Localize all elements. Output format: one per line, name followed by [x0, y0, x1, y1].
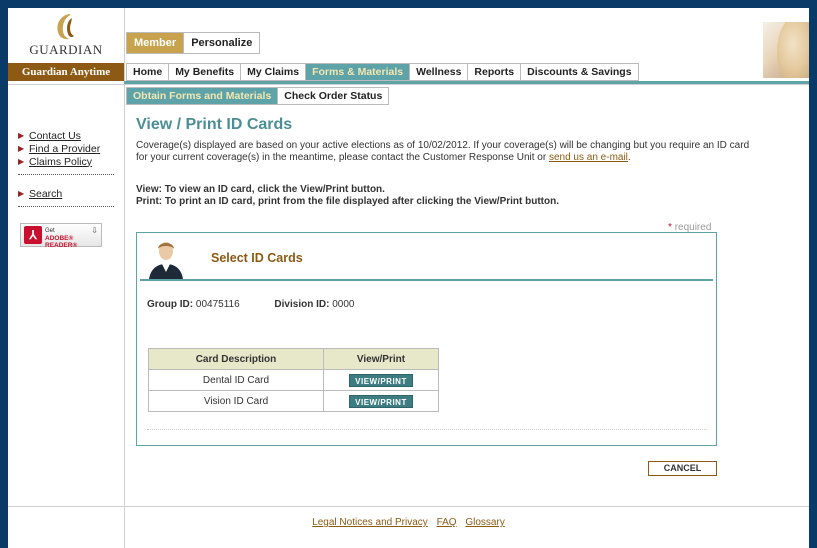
left-column-divider — [124, 8, 125, 548]
glossary-link[interactable]: Glossary — [465, 517, 504, 528]
guardian-logo-mark-icon — [57, 14, 74, 40]
legal-notices-link[interactable]: Legal Notices and Privacy — [312, 517, 428, 528]
adobe-pdf-icon: ⅄ — [24, 226, 42, 244]
faq-link[interactable]: FAQ — [437, 517, 457, 528]
col-view-print: View/Print — [323, 348, 439, 370]
customer-service-person-icon — [149, 242, 183, 279]
logo-wordmark: GUARDIAN — [29, 42, 103, 57]
view-print-button-dental[interactable]: VIEW/PRINT — [349, 373, 413, 387]
contact-us-link[interactable]: Contact Us — [29, 130, 81, 142]
sub-tabs: Obtain Forms and Materials Check Order S… — [126, 87, 390, 105]
table-row: Vision ID Card VIEW/PRINT — [148, 390, 439, 412]
find-provider-link[interactable]: Find a Provider — [29, 143, 100, 155]
header-divider — [8, 84, 809, 85]
table-row: Dental ID Card VIEW/PRINT — [148, 369, 439, 391]
division-id-value: 0000 — [332, 299, 355, 310]
view-print-cell: VIEW/PRINT — [323, 369, 439, 391]
panel-title: Select ID Cards — [211, 251, 303, 265]
footer-divider — [8, 506, 809, 507]
group-division-ids: Group ID: 00475116 Division ID: 0000 — [147, 299, 354, 310]
id-cards-table: Card Description View/Print Dental ID Ca… — [148, 348, 439, 412]
nav-my-benefits[interactable]: My Benefits — [168, 63, 241, 81]
view-print-button-vision[interactable]: VIEW/PRINT — [349, 394, 413, 408]
page-title: View / Print ID Cards — [136, 116, 293, 133]
nav-discounts-savings[interactable]: Discounts & Savings — [520, 63, 639, 81]
guardian-logo[interactable]: GUARDIAN — [8, 8, 124, 66]
tab-member[interactable]: Member — [127, 33, 184, 53]
triangle-right-icon: ▶ — [18, 157, 25, 166]
card-description: Dental ID Card — [148, 369, 324, 391]
table-header-row: Card Description View/Print — [148, 348, 439, 370]
group-id-label: Group ID: — [147, 299, 194, 310]
nav-home[interactable]: Home — [126, 63, 169, 81]
subtab-check-order-status[interactable]: Check Order Status — [278, 87, 390, 105]
search-link[interactable]: Search — [29, 188, 62, 200]
left-link-contact-us: ▶ Contact Us — [18, 129, 114, 142]
view-instruction: View: To view an ID card, click the View… — [136, 184, 385, 195]
left-link-search: ▶ Search — [18, 187, 114, 200]
nav-my-claims[interactable]: My Claims — [240, 63, 306, 81]
print-instruction: Print: To print an ID card, print from t… — [136, 196, 560, 207]
left-nav: ▶ Contact Us ▶ Find a Provider ▶ Claims … — [18, 129, 114, 207]
coverage-info-text: Coverage(s) displayed are based on your … — [136, 140, 750, 163]
page-frame: GUARDIAN Guardian Anytime Member Persona… — [8, 8, 809, 548]
left-nav-divider — [18, 206, 114, 207]
coverage-info: Coverage(s) displayed are based on your … — [136, 140, 756, 164]
left-nav-divider — [18, 174, 114, 175]
cancel-button[interactable]: CANCEL — [648, 461, 717, 476]
subtab-obtain-forms[interactable]: Obtain Forms and Materials — [126, 87, 279, 105]
col-card-description: Card Description — [148, 348, 324, 370]
adobe-reader-label: ADOBE® READER® — [45, 235, 78, 249]
card-description: Vision ID Card — [148, 390, 324, 412]
footer: Legal Notices and Privacy FAQ Glossary — [8, 517, 809, 528]
guardian-anytime-banner: Guardian Anytime — [8, 63, 124, 81]
send-email-link[interactable]: send us an e-mail — [549, 152, 628, 163]
group-id-value: 00475116 — [195, 299, 240, 310]
member-tabs: Member Personalize — [126, 32, 261, 54]
view-print-cell: VIEW/PRINT — [323, 390, 439, 412]
instructions: View: To view an ID card, click the View… — [136, 184, 559, 208]
nav-reports[interactable]: Reports — [467, 63, 521, 81]
triangle-right-icon: ▶ — [18, 144, 25, 153]
panel-divider — [147, 429, 707, 430]
left-link-find-provider: ▶ Find a Provider — [18, 142, 114, 155]
left-link-claims-policy: ▶ Claims Policy — [18, 155, 114, 168]
main-nav: Home My Benefits My Claims Forms & Mater… — [126, 63, 639, 81]
select-id-cards-panel: Select ID Cards Group ID: 00475116 Divis… — [136, 232, 717, 446]
nav-forms-materials[interactable]: Forms & Materials — [305, 63, 410, 81]
download-arrow-icon: ⇩ — [91, 226, 98, 235]
adobe-get-label: Get — [45, 228, 55, 234]
coverage-info-end: . — [627, 152, 631, 163]
tab-personalize[interactable]: Personalize — [183, 33, 260, 53]
panel-title-underline — [140, 279, 713, 281]
nav-wellness[interactable]: Wellness — [409, 63, 468, 81]
header-photo — [763, 22, 809, 78]
triangle-right-icon: ▶ — [18, 131, 25, 140]
division-id-label: Division ID: — [274, 299, 330, 310]
triangle-right-icon: ▶ — [18, 189, 25, 198]
get-adobe-reader-button[interactable]: ⅄ Get ADOBE® READER® ⇩ — [20, 223, 102, 249]
claims-policy-link[interactable]: Claims Policy — [29, 156, 92, 168]
